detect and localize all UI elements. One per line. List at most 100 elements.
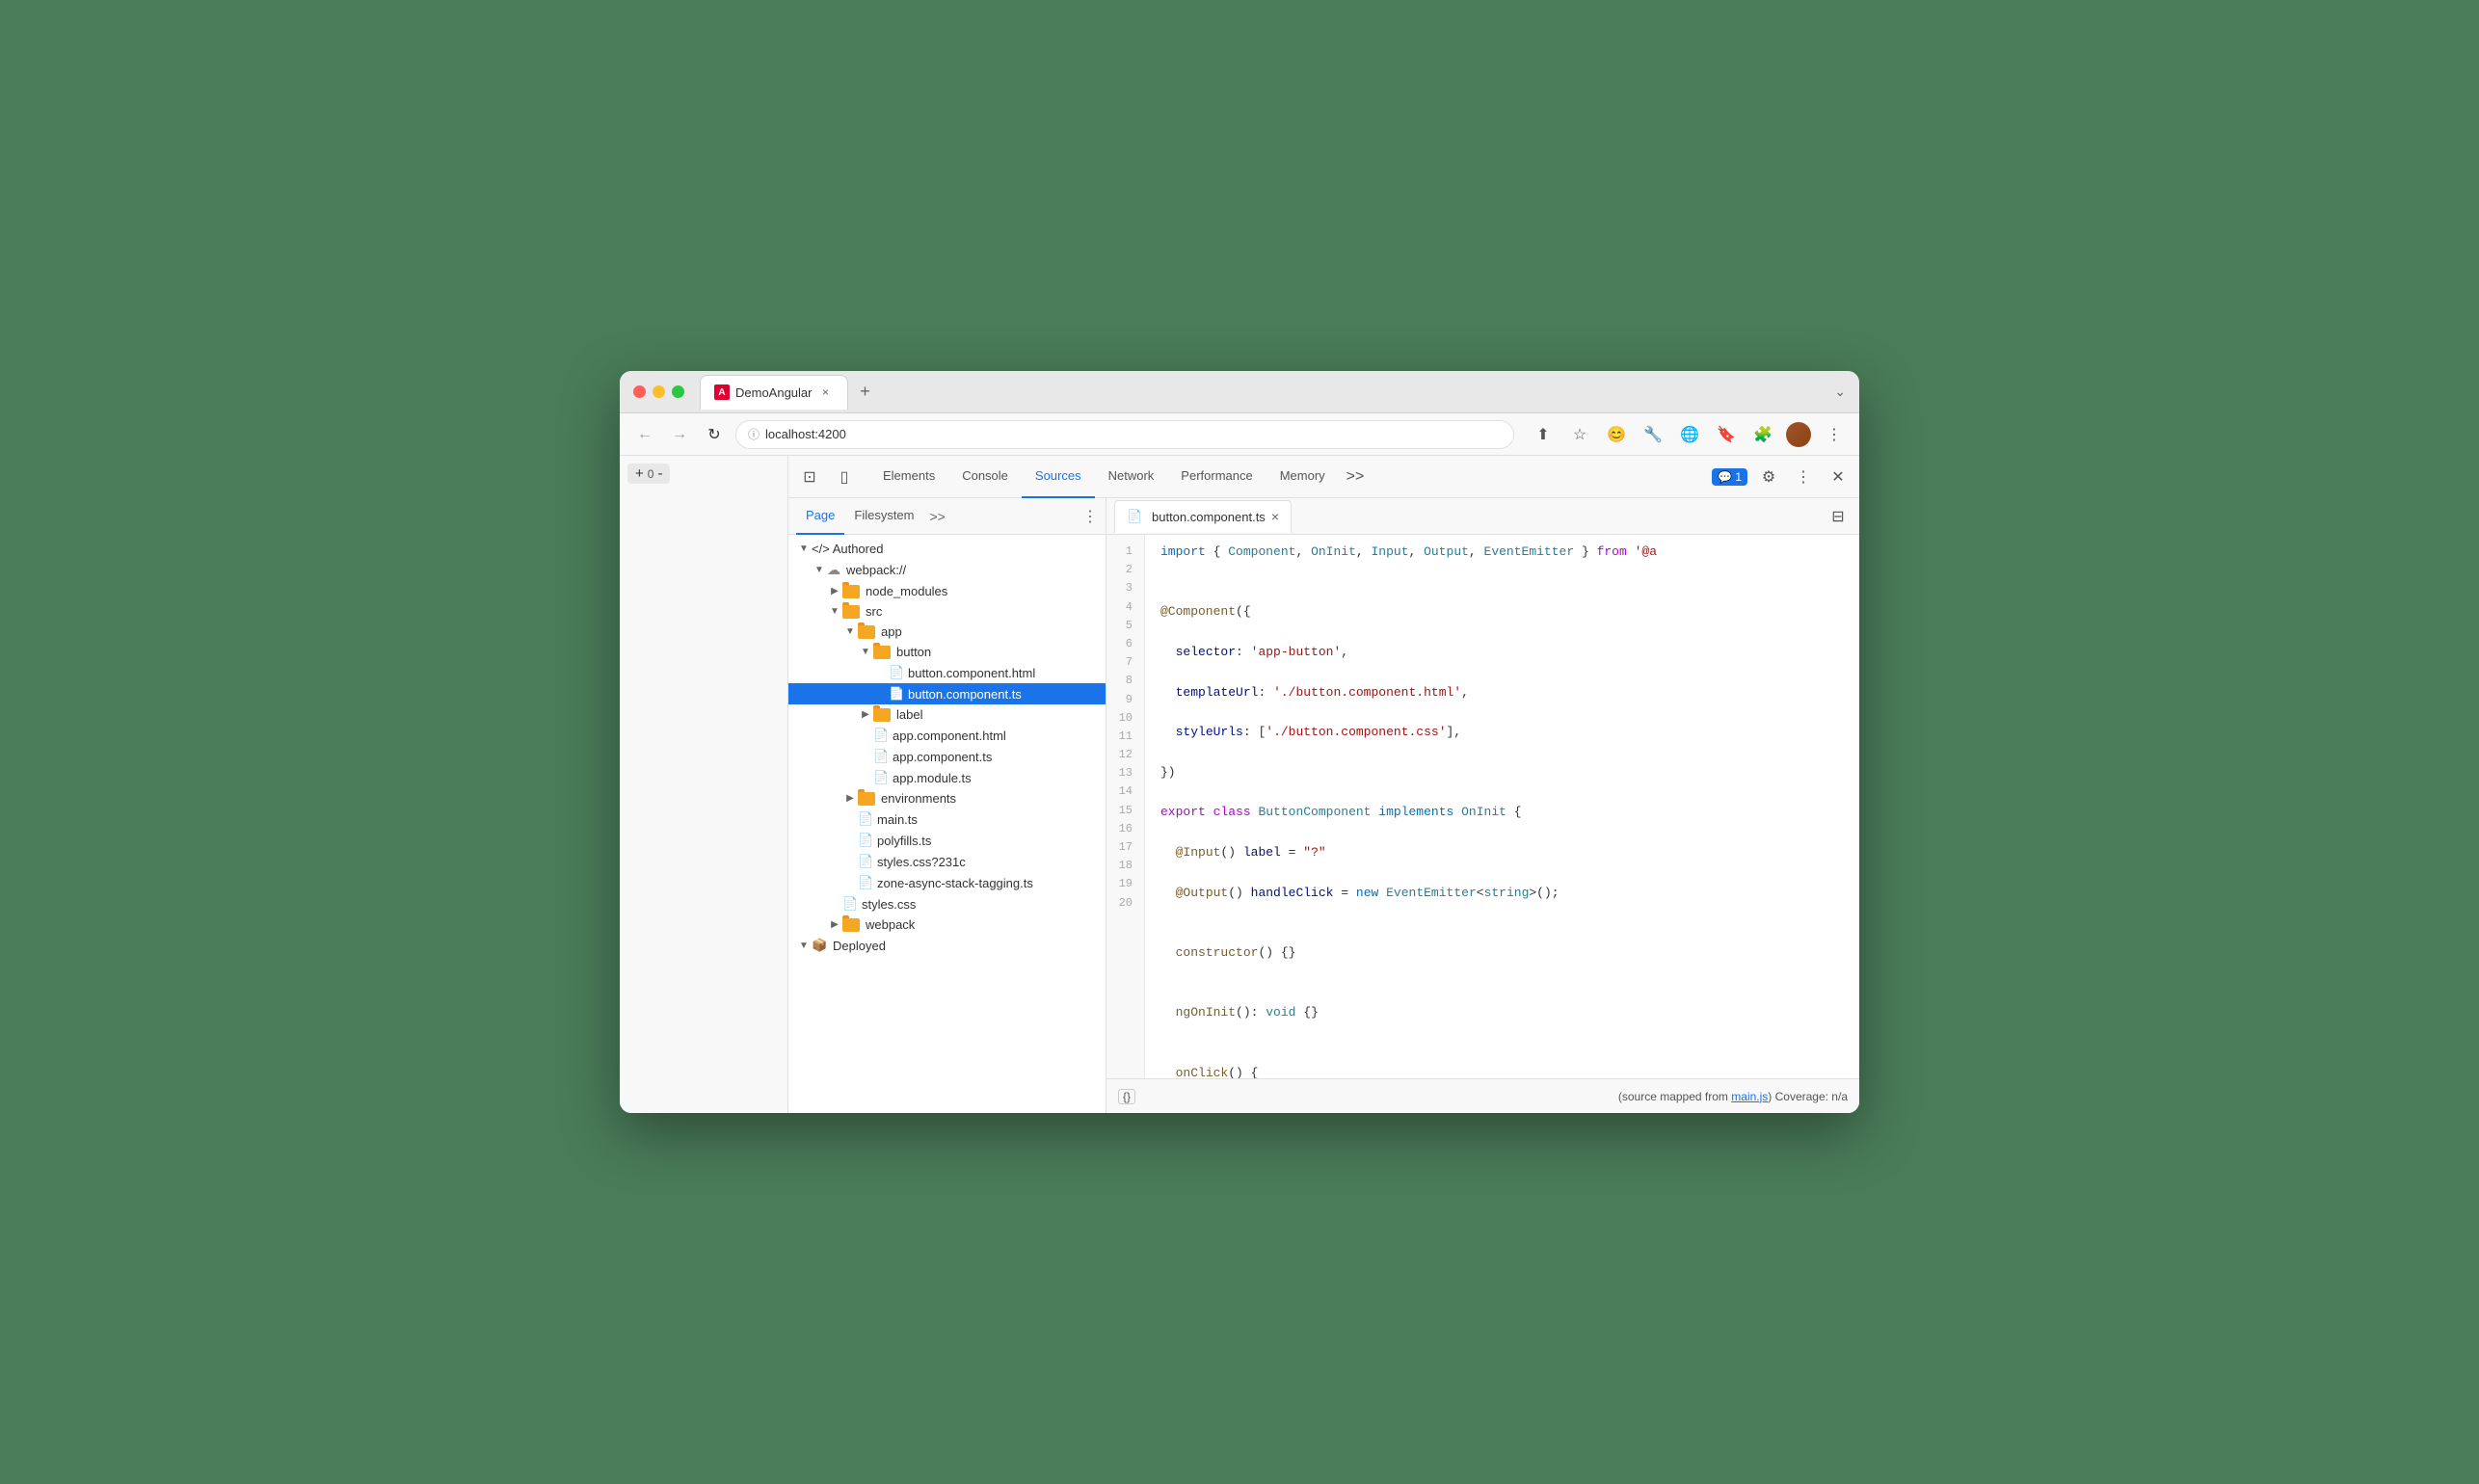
webpack-folder-item[interactable]: ▶ webpack [788, 914, 1106, 935]
inspector-icon[interactable]: ⊡ [796, 464, 823, 490]
app-ts-item[interactable]: ▶ 📄 app.component.ts [788, 746, 1106, 767]
tab-sources[interactable]: Sources [1022, 456, 1095, 498]
secure-icon: ⓘ [748, 426, 760, 442]
label-folder-item[interactable]: ▶ label [788, 704, 1106, 725]
zoom-in-button[interactable]: + [633, 465, 646, 482]
environments-folder-icon [858, 792, 875, 806]
code-area[interactable]: import { Component, OnInit, Input, Outpu… [1145, 535, 1859, 1078]
main-ts-item[interactable]: ▶ 📄 main.ts [788, 808, 1106, 830]
browser-tab[interactable]: A DemoAngular × [700, 375, 848, 410]
maximize-button[interactable] [672, 385, 684, 398]
translate-icon[interactable]: 🌐 [1676, 421, 1703, 448]
notification-badge[interactable]: 💬 1 [1712, 468, 1747, 486]
environments-arrow: ▶ [842, 793, 858, 804]
devtools-panel: ⊡ ▯ Elements Console Sources Network Per… [788, 456, 1859, 1113]
code-editor: 📄 button.component.ts × ⊟ 1 2 [1106, 498, 1859, 1113]
src-label: src [866, 604, 882, 619]
styles-css-purple-item[interactable]: ▶ 📄 styles.css [788, 893, 1106, 914]
close-button[interactable] [633, 385, 646, 398]
sources-panel: Page Filesystem >> ⋮ ▼ </> Authored [788, 498, 1859, 1113]
app-module-label: app.module.ts [893, 771, 972, 785]
tab-memory[interactable]: Memory [1266, 456, 1339, 498]
node-modules-item[interactable]: ▶ node_modules [788, 581, 1106, 601]
bookmark-icon[interactable]: ☆ [1566, 421, 1593, 448]
address-input[interactable]: ⓘ localhost:4200 [735, 420, 1514, 449]
authored-arrow: ▼ [796, 543, 812, 554]
tab-page[interactable]: Page [796, 498, 844, 535]
app-item[interactable]: ▼ app [788, 622, 1106, 642]
coverage-text: Coverage: n/a [1775, 1090, 1848, 1103]
file-tree-menu-button[interactable]: ⋮ [1082, 507, 1098, 526]
styles-css-label: styles.css?231c [877, 855, 966, 869]
webpack-label: webpack:// [846, 563, 906, 577]
forward-button[interactable]: → [666, 421, 693, 448]
webpack-cloud-item[interactable]: ▼ ☁ webpack:// [788, 559, 1106, 581]
node-modules-arrow: ▶ [827, 586, 842, 596]
address-bar: ← → ↻ ⓘ localhost:4200 ⬆ ☆ 😊 🔧 🌐 🔖 🧩 ⋮ [620, 413, 1859, 456]
polyfills-ts-icon: 📄 [858, 833, 871, 848]
extension-icon[interactable]: 🧩 [1749, 421, 1776, 448]
menu-button[interactable]: ⋮ [1821, 421, 1848, 448]
zone-ts-item[interactable]: ▶ 📄 zone-async-stack-tagging.ts [788, 872, 1106, 893]
source-link[interactable]: main.js [1731, 1090, 1768, 1103]
file-tree-more-button[interactable]: >> [930, 509, 946, 524]
button-ts-item[interactable]: ▶ 📄 button.component.ts [788, 683, 1106, 704]
ts-file-icon: 📄 [889, 686, 902, 702]
polyfills-ts-item[interactable]: ▶ 📄 polyfills.ts [788, 830, 1106, 851]
main-content: + 0 - ⊡ ▯ Elements Console [620, 456, 1859, 1113]
deployed-section[interactable]: ▼ 📦 Deployed [788, 935, 1106, 956]
button-folder-item[interactable]: ▼ button [788, 642, 1106, 662]
app-html-icon: 📄 [873, 728, 887, 743]
app-module-item[interactable]: ▶ 📄 app.module.ts [788, 767, 1106, 788]
split-editor-button[interactable]: ⊟ [1825, 503, 1852, 530]
tab-elements[interactable]: Elements [869, 456, 948, 498]
reload-button[interactable]: ↻ [701, 421, 728, 448]
editor-tab-label: button.component.ts [1152, 510, 1266, 524]
share-icon[interactable]: ⬆ [1530, 421, 1557, 448]
tab-filesystem[interactable]: Filesystem [844, 498, 923, 535]
new-tab-button[interactable]: + [852, 379, 879, 406]
src-item[interactable]: ▼ src [788, 601, 1106, 622]
webpack-arrow: ▼ [812, 565, 827, 575]
webpack-folder-arrow: ▶ [827, 919, 842, 930]
format-button[interactable]: {} [1118, 1089, 1135, 1104]
tab-network[interactable]: Network [1095, 456, 1168, 498]
tab-close-button[interactable]: × [818, 384, 834, 400]
environments-item[interactable]: ▶ environments [788, 788, 1106, 808]
notification-count: 1 [1735, 470, 1742, 484]
tab-bar: A DemoAngular × + [700, 375, 1826, 410]
cloud-icon: ☁ [827, 562, 840, 578]
minimize-button[interactable] [653, 385, 665, 398]
devtools-icon[interactable]: 🔧 [1639, 421, 1666, 448]
node-modules-folder-icon [842, 585, 860, 598]
styles-css-item[interactable]: ▶ 📄 styles.css?231c [788, 851, 1106, 872]
back-button[interactable]: ← [631, 421, 658, 448]
tab-favicon: A [714, 384, 730, 400]
app-html-item[interactable]: ▶ 📄 app.component.html [788, 725, 1106, 746]
toolbar-icons: ⬆ ☆ 😊 🔧 🌐 🔖 🧩 ⋮ [1530, 421, 1848, 448]
more-options-icon[interactable]: ⋮ [1790, 464, 1817, 490]
source-mapped-text: (source mapped from [1618, 1090, 1731, 1103]
button-html-item[interactable]: ▶ 📄 button.component.html [788, 662, 1106, 683]
authored-section[interactable]: ▼ </> Authored [788, 539, 1106, 559]
status-left: {} [1118, 1089, 1135, 1104]
environments-label: environments [881, 791, 956, 806]
editor-tab-close-button[interactable]: × [1271, 509, 1279, 524]
zoom-out-button[interactable]: - [655, 465, 664, 482]
profile-avatar[interactable] [1786, 422, 1811, 447]
editor-tab-button-ts[interactable]: 📄 button.component.ts × [1114, 500, 1292, 533]
app-html-label: app.component.html [893, 729, 1006, 743]
settings-icon[interactable]: ⚙ [1755, 464, 1782, 490]
tab-console[interactable]: Console [948, 456, 1022, 498]
devtools-tab-icons: ⊡ ▯ [796, 464, 858, 490]
traffic-lights [633, 385, 684, 398]
close-devtools-icon[interactable]: ✕ [1825, 464, 1852, 490]
more-tabs-button[interactable]: >> [1339, 464, 1373, 490]
file-tree-panel: Page Filesystem >> ⋮ ▼ </> Authored [788, 498, 1106, 1113]
status-right: (source mapped from main.js) Coverage: n… [1618, 1090, 1848, 1103]
device-icon[interactable]: ▯ [831, 464, 858, 490]
tab-performance[interactable]: Performance [1167, 456, 1266, 498]
main-ts-label: main.ts [877, 812, 918, 827]
save-icon[interactable]: 🔖 [1713, 421, 1740, 448]
extensions-icon[interactable]: 😊 [1603, 421, 1630, 448]
